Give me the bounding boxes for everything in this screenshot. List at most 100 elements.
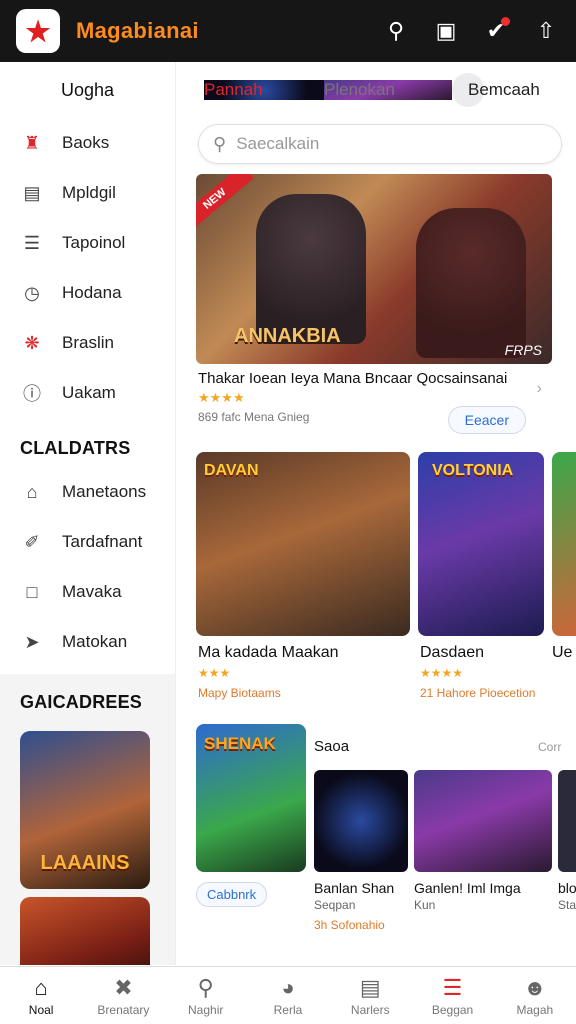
sidebar-item-baoks[interactable]: ♜ Baoks: [0, 118, 175, 168]
hero-info: Thakar Ioean Ieya Mana Bncaar Qocsainsan…: [198, 370, 542, 450]
sidebar-item-braslin[interactable]: ❋ Braslin: [0, 318, 175, 368]
nav-label: Rerla: [273, 1002, 303, 1017]
nav-magah[interactable]: ☻ Magah: [494, 967, 576, 1024]
game-card[interactable]: [552, 452, 576, 636]
gauge-icon: ◕: [281, 974, 295, 1000]
search-input[interactable]: ⚲ Saecalkain: [198, 124, 562, 164]
crown-icon: ♜: [23, 132, 41, 153]
list-icon: ☰: [23, 232, 41, 253]
sidebar-item-uakam[interactable]: ⓘ Uakam: [0, 368, 175, 418]
game-row: DAVAN VOLTONIA Ma kadada Maakan ★★★ Mapy…: [196, 452, 576, 712]
see-more-link[interactable]: Corr: [538, 740, 561, 754]
profile-icon: ☻: [523, 974, 547, 1000]
top-icons: ⚲ ▣ ✔ ⇧: [382, 17, 560, 45]
game-card[interactable]: VOLTONIA: [418, 452, 544, 636]
hero-character: [256, 194, 366, 344]
sidebar-item-matokan[interactable]: ➤ Matokan: [0, 617, 175, 667]
calendar-icon: ▤: [359, 974, 381, 1000]
game-title[interactable]: Ma kadada Maakan: [198, 644, 339, 662]
game-meta: 21 Hahore Pioecetion: [420, 686, 536, 700]
nav-naghir[interactable]: ⚲ Naghir: [165, 967, 247, 1024]
game-title[interactable]: Banlan Shan: [314, 880, 394, 896]
home-icon: ⌂: [34, 974, 48, 1000]
sidebar-section-title: CLALDATRS: [20, 438, 131, 458]
app-logo[interactable]: ★: [16, 9, 60, 53]
home-icon: ⌂: [26, 481, 38, 502]
sidebar-games-section: GAICADREES LAAAINS: [0, 674, 175, 965]
clock-icon: ◷: [24, 282, 40, 303]
featured-row: SHENAK Saoa Corr Cabbnrk Banlan Shan Seq…: [196, 724, 576, 964]
game-subtitle: Sta: [558, 898, 576, 912]
share-icon[interactable]: ⇧: [532, 17, 560, 45]
new-ribbon: NEW: [196, 174, 254, 234]
sidebar-item-label: Braslin: [62, 333, 114, 352]
nav-brenatary[interactable]: ✖ Brenatary: [82, 967, 164, 1024]
game-logo: SHENAK: [204, 734, 276, 753]
sidebar-item-mavaka[interactable]: □ Mavaka: [0, 567, 175, 617]
info-icon: ⓘ: [23, 384, 41, 404]
cards-icon[interactable]: ▣: [432, 17, 460, 45]
game-title[interactable]: blo: [558, 880, 576, 896]
tab-bar: Pannah Plenokan Bemcaah: [176, 62, 576, 118]
rating-stars: ★★★: [198, 666, 231, 680]
plane-icon: ➤: [24, 631, 40, 652]
tab-bemcaah[interactable]: Bemcaah: [452, 73, 540, 107]
feature-card[interactable]: SHENAK: [196, 724, 306, 872]
pin-icon: ✐: [24, 531, 40, 552]
nav-beggan[interactable]: ☰ Beggan: [411, 967, 493, 1024]
nav-label: Magah: [516, 1002, 554, 1017]
game-meta: Mapy Biotaams: [198, 686, 281, 700]
game-subtitle: Seqpan: [314, 898, 356, 912]
game-logo: VOLTONIA: [432, 462, 514, 479]
sidebar-item-label: Mpldgil: [62, 183, 116, 202]
sidebar-header: Uogha: [60, 79, 115, 100]
nav-home[interactable]: ⌂ Noal: [0, 967, 82, 1024]
game-title[interactable]: Ganlen! Iml Imga: [414, 880, 521, 896]
game-logo: DAVAN: [204, 462, 259, 479]
library-icon: ▤: [23, 182, 41, 203]
promo-label: LAAAINS: [40, 852, 130, 874]
sidebar-item-label: Manetaons: [62, 482, 147, 501]
main-content: Pannah Plenokan Bemcaah ⚲ Saecalkain NEW…: [176, 62, 576, 965]
search-icon: ⚲: [213, 133, 227, 154]
nav-label: Noal: [28, 1002, 54, 1017]
nav-rerla[interactable]: ◕ Rerla: [247, 967, 329, 1024]
hero-action-button[interactable]: Eeacer: [447, 406, 526, 434]
square-icon: □: [26, 581, 38, 602]
notification-icon[interactable]: ✔: [482, 17, 510, 45]
spiral-icon: ❋: [24, 332, 40, 353]
sidebar-item-tardafnant[interactable]: ✐ Tardafnant: [0, 517, 175, 567]
sidebar-item-mpldgil[interactable]: ▤ Mpldgil: [0, 168, 175, 218]
hero-banner[interactable]: NEW ANNAKBIA FRPS: [196, 174, 552, 364]
sidebar-item-tapoinol[interactable]: ☰ Tapoinol: [0, 218, 175, 268]
search-icon[interactable]: ⚲: [382, 17, 410, 45]
promo-card[interactable]: [20, 897, 150, 965]
game-title[interactable]: Dasdaen: [420, 644, 484, 662]
hero-title[interactable]: Thakar Ioean Ieya Mana Bncaar Qocsainsan…: [198, 370, 538, 387]
nav-narlers[interactable]: ▤ Narlers: [329, 967, 411, 1024]
game-subtitle: Kun: [414, 898, 436, 912]
sidebar-item-manetaons[interactable]: ⌂ Manetaons: [0, 467, 175, 517]
nav-label: Naghir: [188, 1002, 224, 1017]
game-card[interactable]: DAVAN: [196, 452, 410, 636]
game-thumbnail[interactable]: [414, 770, 552, 872]
app-title: Magabianai: [76, 18, 199, 43]
hero-logo: ANNAKBIA: [234, 325, 341, 347]
menu-icon: ☰: [442, 974, 463, 1000]
promo-card[interactable]: LAAAINS: [20, 731, 150, 889]
tab-pannah[interactable]: Pannah: [204, 80, 324, 100]
rating-stars: ★★★★: [198, 390, 245, 405]
nav-label: Beggan: [431, 1002, 474, 1017]
search-placeholder: Saecalkain: [236, 134, 320, 153]
sidebar-item-label: Tardafnant: [62, 532, 143, 551]
category-chip[interactable]: Cabbnrk: [196, 882, 268, 907]
game-title[interactable]: Ue: [552, 644, 572, 662]
tab-plenokan[interactable]: Plenokan: [324, 80, 452, 100]
sidebar-item-label: Uakam: [62, 383, 116, 402]
game-thumbnail[interactable]: [558, 770, 576, 872]
chevron-right-icon[interactable]: ›: [537, 380, 542, 398]
game-meta: 3h Sofonahio: [314, 918, 385, 932]
rating-stars: ★★★★: [420, 666, 464, 680]
game-thumbnail[interactable]: [314, 770, 408, 872]
sidebar-item-hodana[interactable]: ◷ Hodana: [0, 268, 175, 318]
